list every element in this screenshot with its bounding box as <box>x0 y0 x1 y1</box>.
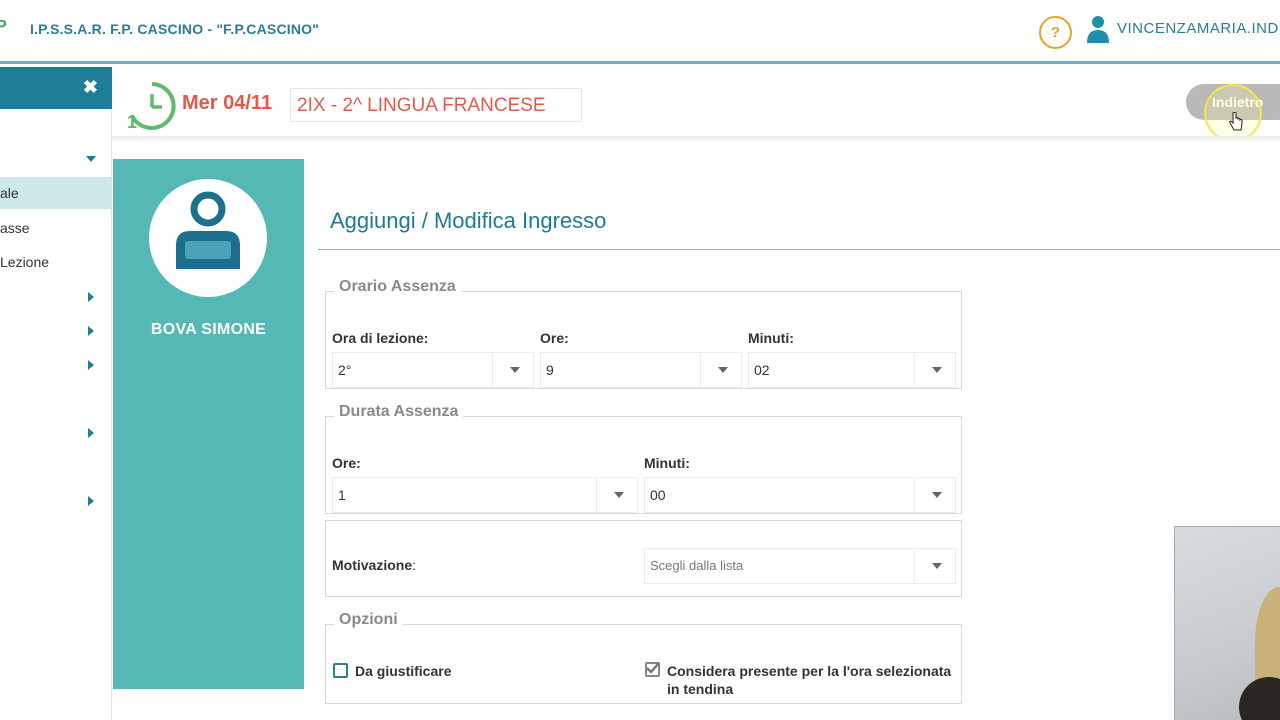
reason-label: Motivazione: <box>332 557 417 573</box>
sidebar-header: ✖ <box>0 67 112 109</box>
chevron-down-icon[interactable] <box>86 156 96 162</box>
minutes-value: 02 <box>754 362 770 378</box>
options-fieldset: Opzioni Da giustificare Considera presen… <box>325 611 962 704</box>
chevron-down-icon <box>932 492 942 498</box>
user-icon[interactable] <box>1087 15 1109 43</box>
reason-fieldset: Motivazione: Scegli dalla lista <box>325 520 962 597</box>
reason-select[interactable]: Scegli dalla lista <box>644 548 956 584</box>
lesson-date: Mer 04/11 <box>182 92 273 114</box>
absence-time-fieldset: Orario Assenza Ora di lezione: 2° Ore: 9… <box>325 278 962 389</box>
lesson-hour-value: 2° <box>338 362 352 378</box>
minutes-label: Minuti: <box>748 330 794 346</box>
sidebar-item-active[interactable]: ale <box>0 177 112 209</box>
class-name: 2IX - 2^ LINGUA FRANCESE <box>290 88 582 122</box>
absence-duration-fieldset: Durata Assenza Ore: 1 Minuti: 00 <box>325 403 962 514</box>
svg-text:1: 1 <box>127 112 137 132</box>
user-name[interactable]: VINCENZAMARIA.IND <box>1117 20 1279 37</box>
avatar <box>149 179 267 297</box>
lesson-hour-select[interactable]: 2° <box>332 352 534 388</box>
chevron-down-icon <box>718 367 728 373</box>
chevron-down-icon <box>932 563 942 569</box>
duration-hours-label: Ore: <box>332 455 361 471</box>
clock-1-icon: 1 <box>127 82 176 132</box>
checkmark-icon <box>646 662 659 674</box>
user-avatar-icon <box>176 191 240 269</box>
close-icon[interactable]: ✖ <box>83 77 98 98</box>
hours-value: 9 <box>546 362 554 378</box>
lesson-hour-label: Ora di lezione: <box>332 330 429 346</box>
fieldset-legend: Durata Assenza <box>334 403 464 421</box>
title-divider <box>318 249 1280 250</box>
hours-select[interactable]: 9 <box>540 352 742 388</box>
chevron-down-icon <box>614 492 624 498</box>
duration-minutes-value: 00 <box>650 487 666 503</box>
chevron-down-icon <box>510 367 520 373</box>
to-justify-label[interactable]: Da giustificare <box>355 662 451 680</box>
duration-hours-value: 1 <box>338 487 346 503</box>
student-card: BOVA SIMONE <box>113 159 304 689</box>
top-bar: P I.P.S.S.A.R. F.P. CASCINO - "F.P.CASCI… <box>0 0 1280 64</box>
minutes-select[interactable]: 02 <box>748 352 956 388</box>
reason-placeholder: Scegli dalla lista <box>650 558 744 573</box>
help-button[interactable]: ? <box>1039 16 1072 49</box>
sidebar-item[interactable]: Lezione <box>0 246 112 278</box>
duration-minutes-label: Minuti: <box>644 455 690 471</box>
header-divider <box>112 136 1280 142</box>
to-justify-checkbox[interactable] <box>333 663 348 678</box>
consider-present-label[interactable]: Considera presente per la l'ora selezion… <box>667 662 951 698</box>
app-logo[interactable]: P <box>0 18 7 35</box>
webcam-overlay <box>1174 526 1280 720</box>
chevron-right-icon[interactable] <box>88 360 94 370</box>
fieldset-legend: Opzioni <box>334 611 403 629</box>
form-title: Aggiungi / Modifica Ingresso <box>330 208 607 233</box>
consider-present-checkbox[interactable] <box>645 662 660 677</box>
school-name: I.P.S.S.A.R. F.P. CASCINO - "F.P.CASCINO… <box>30 21 320 37</box>
fieldset-legend: Orario Assenza <box>334 278 461 296</box>
hand-cursor-icon <box>1229 112 1243 131</box>
duration-minutes-select[interactable]: 00 <box>644 477 956 513</box>
sidebar: ✖ ale asse Lezione <box>0 67 112 720</box>
student-name: BOVA SIMONE <box>150 321 267 338</box>
chevron-right-icon[interactable] <box>88 326 94 336</box>
chevron-right-icon[interactable] <box>88 496 94 506</box>
chevron-down-icon <box>932 367 942 373</box>
chevron-right-icon[interactable] <box>88 292 94 302</box>
hours-label: Ore: <box>540 330 569 346</box>
duration-hours-select[interactable]: 1 <box>332 477 638 513</box>
chevron-right-icon[interactable] <box>88 428 94 438</box>
sidebar-item[interactable]: asse <box>0 212 112 244</box>
